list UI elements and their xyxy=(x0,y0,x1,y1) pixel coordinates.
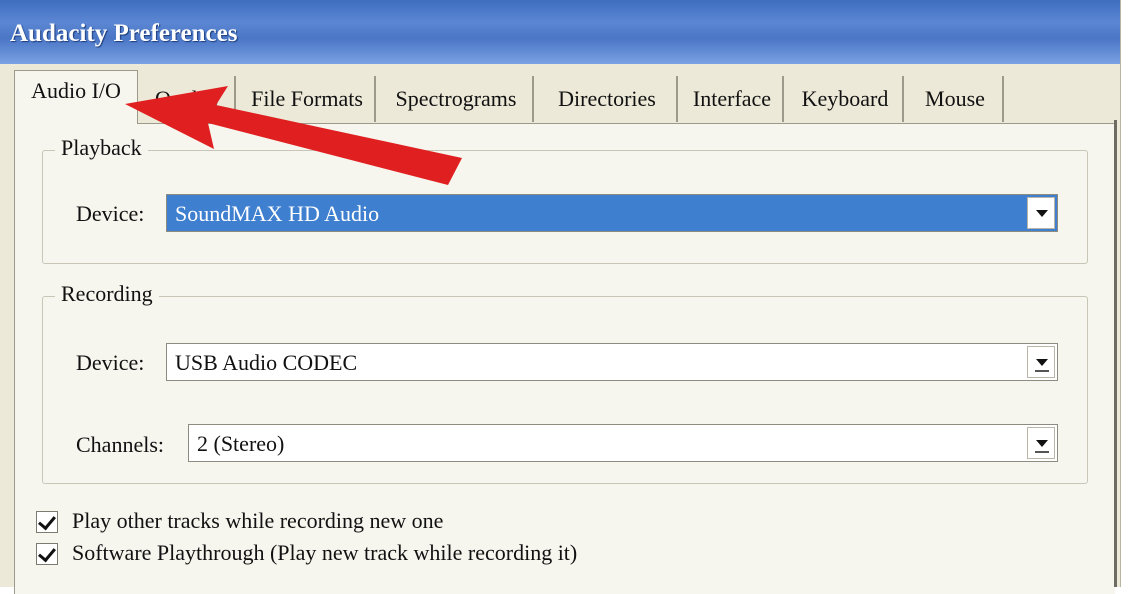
tab-spectrograms[interactable]: Spectrograms xyxy=(380,76,534,122)
title-bar[interactable]: Audacity Preferences xyxy=(0,0,1120,64)
recording-channels-label: Channels: xyxy=(76,432,164,457)
play-other-tracks-label: Play other tracks while recording new on… xyxy=(72,508,444,533)
recording-channels-value: 2 (Stereo) xyxy=(197,431,285,456)
tab-directories[interactable]: Directories xyxy=(538,76,678,122)
software-playthrough-option[interactable]: Software Playthrough (Play new track whi… xyxy=(36,540,736,570)
software-playthrough-label: Software Playthrough (Play new track whi… xyxy=(72,540,578,565)
recording-channels-select[interactable]: 2 (Stereo) xyxy=(188,424,1058,462)
dropdown-underline xyxy=(1035,451,1049,453)
dropdown-arrow-icon xyxy=(1036,440,1048,447)
recording-group-label: Recording xyxy=(55,281,159,307)
dropdown-arrow-icon xyxy=(1036,210,1048,217)
panel-shadow-edge xyxy=(1114,120,1117,587)
recording-device-value: USB Audio CODEC xyxy=(175,350,358,375)
tab-keyboard[interactable]: Keyboard xyxy=(788,76,904,122)
checkmark-icon xyxy=(38,543,56,563)
dropdown-underline xyxy=(1035,370,1049,372)
tab-file-formats[interactable]: File Formats xyxy=(240,76,376,122)
tab-interface[interactable]: Interface xyxy=(682,76,784,122)
checkmark-icon xyxy=(38,511,56,531)
recording-device-select[interactable]: USB Audio CODEC xyxy=(166,343,1058,381)
tab-quality[interactable]: Quality xyxy=(142,76,236,122)
tab-audio-io[interactable]: Audio I/O xyxy=(14,70,138,124)
dropdown-arrow-icon xyxy=(1036,359,1048,366)
play-other-tracks-option[interactable]: Play other tracks while recording new on… xyxy=(36,508,636,538)
playback-device-value: SoundMAX HD Audio xyxy=(175,201,380,226)
playback-group-label: Playback xyxy=(55,135,148,161)
tab-mouse[interactable]: Mouse xyxy=(908,76,1004,122)
recording-device-dropdown-button[interactable] xyxy=(1027,346,1055,378)
playback-device-select[interactable]: SoundMAX HD Audio xyxy=(166,194,1058,232)
playback-device-label: Device: xyxy=(76,201,145,226)
software-playthrough-checkbox[interactable] xyxy=(36,543,58,565)
recording-channels-dropdown-button[interactable] xyxy=(1027,427,1055,459)
tab-strip: Audio I/O Quality File Formats Spectrogr… xyxy=(14,70,1014,126)
play-other-tracks-checkbox[interactable] xyxy=(36,511,58,533)
recording-device-label: Device: xyxy=(76,350,145,375)
playback-device-dropdown-button[interactable] xyxy=(1027,197,1055,229)
window-title: Audacity Preferences xyxy=(10,20,238,47)
preferences-window: Audacity Preferences Audio I/O Quality F… xyxy=(0,0,1121,594)
